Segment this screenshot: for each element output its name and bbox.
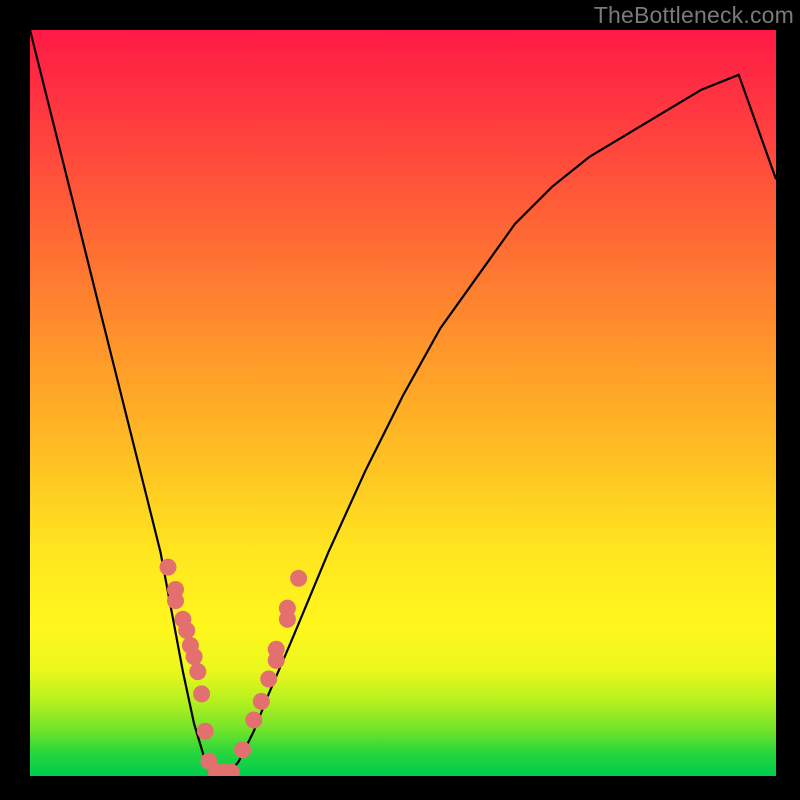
watermark-label: TheBottleneck.com bbox=[594, 2, 794, 29]
chart-frame: TheBottleneck.com bbox=[0, 0, 800, 800]
plot-area bbox=[30, 30, 776, 776]
